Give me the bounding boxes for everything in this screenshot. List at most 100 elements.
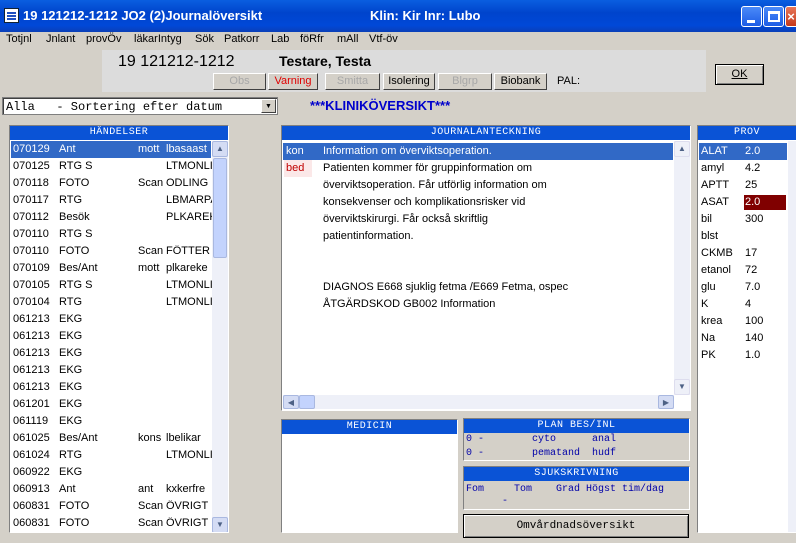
event-date: 070129 xyxy=(13,143,50,155)
menu-patkorr[interactable]: Patkorr xyxy=(224,33,259,45)
menu-totjnl[interactable]: Totjnl xyxy=(6,33,32,45)
journal-header: JOURNALANTECKNING xyxy=(282,126,690,140)
close-button[interactable]: × xyxy=(785,6,796,27)
journal-line[interactable]: bed Patienten kommer för gruppinformation… xyxy=(283,160,673,177)
event-row[interactable]: 061213 EKG xyxy=(11,362,211,379)
lab-scrollbar[interactable] xyxy=(788,141,796,532)
menu-vtf-ov[interactable]: Vtf-öv xyxy=(369,33,398,45)
menu-lab[interactable]: Lab xyxy=(271,33,289,45)
event-type: Ant xyxy=(59,483,76,495)
journal-line[interactable] xyxy=(283,262,673,279)
journal-line[interactable]: patientinformation. xyxy=(283,228,673,245)
journal-line[interactable]: ÅTGÄRDSKOD GB002 Information xyxy=(283,296,673,313)
journal-line[interactable]: konsekvenser och komplikationsrisker vid xyxy=(283,194,673,211)
event-row[interactable]: 070110 FOTO Scan FÖTTER xyxy=(11,243,211,260)
journal-hscrollbar[interactable]: ◀ ▶ xyxy=(283,395,674,409)
event-row[interactable]: 061119 EKG xyxy=(11,413,211,430)
menu-mall[interactable]: mAll xyxy=(337,33,358,45)
event-row[interactable]: 061025 Bes/Ant kons lbelikar xyxy=(11,430,211,447)
scroll-up-icon[interactable]: ▲ xyxy=(674,141,690,157)
event-row[interactable]: 070110 RTG S xyxy=(11,226,211,243)
lab-row[interactable]: etanol 72 xyxy=(699,262,787,279)
lab-name: etanol xyxy=(701,264,731,276)
event-row[interactable]: 061213 EKG xyxy=(11,345,211,362)
scroll-down-icon[interactable]: ▼ xyxy=(212,517,228,532)
journal-line[interactable]: överviktskirurgi. Får också skriftlig xyxy=(283,211,673,228)
minimize-button[interactable] xyxy=(741,6,762,27)
event-code: LTMONLI xyxy=(166,279,212,291)
event-date: 061024 xyxy=(13,449,50,461)
menu-lakarintyg[interactable]: läkarIntyg xyxy=(134,33,182,45)
scroll-down-icon[interactable]: ▼ xyxy=(674,379,690,395)
event-row[interactable]: 070105 RTG S LTMONLI xyxy=(11,277,212,294)
event-row[interactable]: 060831 FOTO Scan ÖVRIGT xyxy=(11,498,211,515)
event-row[interactable]: 060913 Ant ant kxkerfre xyxy=(11,481,211,498)
event-code: FÖTTER xyxy=(166,245,210,257)
scroll-thumb[interactable] xyxy=(299,395,315,409)
menu-provov[interactable]: provÖv xyxy=(86,33,121,45)
menu-forfr[interactable]: föRfr xyxy=(300,33,324,45)
pal-label: PAL: xyxy=(557,75,581,87)
event-row[interactable]: 070109 Bes/Ant mott plkareke xyxy=(11,260,211,277)
scroll-thumb[interactable] xyxy=(213,158,227,258)
lab-row[interactable]: amyl 4.2 xyxy=(699,160,787,177)
event-type: EKG xyxy=(59,466,83,478)
lab-row[interactable]: PK 1.0 xyxy=(699,347,787,364)
event-date: 061213 xyxy=(13,364,50,376)
scroll-left-icon[interactable]: ◀ xyxy=(283,395,299,409)
event-row[interactable]: 070112 Besök PLKAREK xyxy=(11,209,212,226)
lab-row[interactable]: bil 300 xyxy=(699,211,787,228)
event-row[interactable]: 070117 RTG LBMARPA xyxy=(11,192,212,209)
maximize-button[interactable] xyxy=(763,6,784,27)
app-icon[interactable] xyxy=(4,8,19,23)
event-row[interactable]: 061024 RTG LTMONLI xyxy=(11,447,212,464)
lab-row[interactable]: blst xyxy=(699,228,787,245)
lab-row[interactable]: CKMB 17 xyxy=(699,245,787,262)
title-bar[interactable]: 19 121212-1212 JO2 (2)Journalöversikt Kl… xyxy=(0,0,796,32)
lab-row[interactable]: ASAT 2.0 xyxy=(699,194,787,211)
event-row[interactable]: 070129 Ant mott lbasaast xyxy=(11,141,211,158)
journal-line[interactable]: kon Information om överviktsoperation. xyxy=(283,143,673,160)
event-row[interactable]: 070125 RTG S LTMONLI xyxy=(11,158,212,175)
sort-dropdown[interactable]: Alla - Sortering efter datum ▼ xyxy=(2,97,278,115)
scroll-right-icon[interactable]: ▶ xyxy=(658,395,674,409)
blgrp-button[interactable]: Blgrp xyxy=(438,73,492,90)
event-subtype: ant xyxy=(138,483,154,495)
journal-line[interactable]: DIAGNOS E668 sjuklig fetma /E669 Fetma, … xyxy=(283,279,673,296)
event-row[interactable]: 061201 EKG xyxy=(11,396,211,413)
nursing-overview-button[interactable]: Omvårdnadsöversikt xyxy=(463,514,689,538)
lab-row[interactable]: ALAT 2.0 xyxy=(699,143,787,160)
event-row[interactable]: 070118 FOTO Scan ODLING xyxy=(11,175,211,192)
journal-line[interactable]: överviktsoperation. Får utförlig informa… xyxy=(283,177,673,194)
journal-text-line: överviktskirurgi. Får också skriftlig xyxy=(323,213,489,225)
lab-row[interactable]: Na 140 xyxy=(699,330,787,347)
lab-row[interactable]: krea 100 xyxy=(699,313,787,330)
varning-button[interactable]: Varning xyxy=(268,73,318,90)
lab-row[interactable]: glu 7.0 xyxy=(699,279,787,296)
smitta-button[interactable]: Smitta xyxy=(325,73,380,90)
menu-jnlant[interactable]: Jnlant xyxy=(46,33,75,45)
lab-row[interactable]: K4 xyxy=(699,296,787,313)
menu-sok[interactable]: Sök xyxy=(195,33,214,45)
lab-row[interactable]: APTT 25 xyxy=(699,177,787,194)
journal-line[interactable] xyxy=(283,245,673,262)
event-row[interactable]: 060922 EKG xyxy=(11,464,211,481)
events-scrollbar[interactable]: ▲ ▼ xyxy=(212,141,228,532)
event-date: 070104 xyxy=(13,296,50,308)
biobank-button[interactable]: Biobank xyxy=(494,73,547,90)
event-row[interactable]: 060831 FOTO Scan ÖVRIGT xyxy=(11,515,211,532)
event-code: ÖVRIGT xyxy=(166,517,209,529)
isolering-button[interactable]: Isolering xyxy=(383,73,435,90)
lab-value: 1.0 xyxy=(745,349,761,361)
journal-vscrollbar[interactable]: ▲ ▼ xyxy=(674,141,690,395)
event-type: RTG xyxy=(59,296,83,308)
event-row[interactable]: 070104 RTG LTMONLI xyxy=(11,294,212,311)
chevron-down-icon[interactable]: ▼ xyxy=(261,99,276,113)
event-row[interactable]: 061213 EKG xyxy=(11,311,211,328)
ok-button[interactable]: OK xyxy=(715,64,764,85)
obs-button[interactable]: Obs xyxy=(213,73,266,90)
event-row[interactable]: 061213 EKG xyxy=(11,328,211,345)
event-row[interactable]: 061213 EKG xyxy=(11,379,211,396)
scroll-up-icon[interactable]: ▲ xyxy=(212,141,228,157)
event-code: LBMARPA xyxy=(166,194,212,206)
